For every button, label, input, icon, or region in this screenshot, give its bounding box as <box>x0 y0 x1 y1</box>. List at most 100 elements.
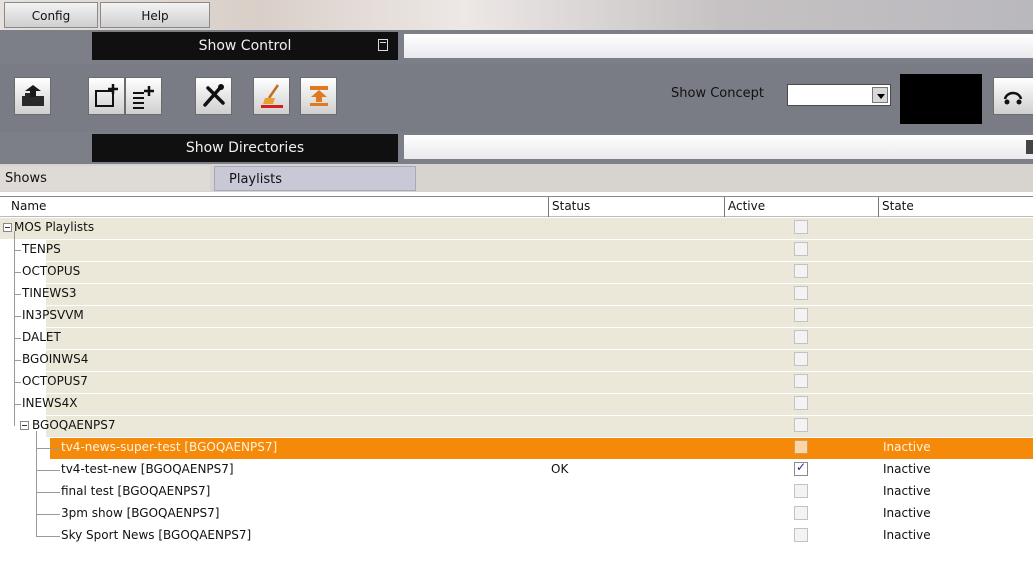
tab-playlists[interactable]: Playlists <box>214 166 416 191</box>
row-name: TENPS <box>22 242 61 256</box>
show-concept-select[interactable] <box>787 84 891 106</box>
tree-group-tenps[interactable]: TENPS <box>0 239 1033 261</box>
row-background <box>46 240 1033 261</box>
tree-group-octopus[interactable]: OCTOPUS <box>0 261 1033 283</box>
active-checkbox[interactable] <box>794 242 808 256</box>
tree-connector <box>14 338 21 339</box>
active-checkbox[interactable] <box>794 330 808 344</box>
collapse-icon[interactable] <box>20 421 29 430</box>
export-button[interactable] <box>14 77 51 115</box>
disconnect-button[interactable] <box>993 77 1033 115</box>
row-status: OK <box>551 462 569 476</box>
tree-group-octopus7[interactable]: OCTOPUS7 <box>0 371 1033 393</box>
active-checkbox[interactable] <box>794 286 808 300</box>
tree-connector <box>36 514 60 515</box>
tree-root-mos-playlists[interactable]: MOS Playlists <box>0 217 1033 239</box>
playlist-row[interactable]: Sky Sport News [BGOQAENPS7] Inactive <box>0 525 1033 547</box>
row-name: BGOINWS4 <box>22 352 89 366</box>
row-name: OCTOPUS7 <box>22 374 88 388</box>
tree-connector <box>14 250 21 251</box>
playlist-row[interactable]: 3pm show [BGOQAENPS7] Inactive <box>0 503 1033 525</box>
tree-group-bgoqaenps7[interactable]: BGOQAENPS7 <box>0 415 1033 437</box>
show-control-tab[interactable]: Show Control <box>92 32 398 60</box>
row-name: INEWS4X <box>22 396 78 410</box>
row-state: Inactive <box>883 462 931 476</box>
row-name: MOS Playlists <box>14 220 95 234</box>
tree-group-dalet[interactable]: DALET <box>0 327 1033 349</box>
active-checkbox[interactable] <box>794 352 808 366</box>
row-state: Inactive <box>883 484 931 498</box>
tree-connector <box>14 231 15 426</box>
row-name: Sky Sport News [BGOQAENPS7] <box>61 528 252 542</box>
playlist-row[interactable]: final test [BGOQAENPS7] Inactive <box>0 481 1033 503</box>
close-icon[interactable] <box>1026 140 1033 154</box>
table-header: Name Status Active State <box>0 196 1033 217</box>
column-status[interactable]: Status <box>548 197 724 217</box>
tree-connector <box>14 360 21 361</box>
column-name[interactable]: Name <box>8 197 548 217</box>
show-directories-title: Show Directories <box>185 140 305 156</box>
tree-connector <box>14 404 21 405</box>
show-directories-tab[interactable]: Show Directories <box>92 134 398 162</box>
show-control-title: Show Control <box>198 38 292 54</box>
active-checkbox[interactable] <box>794 220 808 234</box>
tools-icon <box>203 84 225 107</box>
playlist-row[interactable]: tv4-test-new [BGOQAENPS7] OK Inactive <box>0 459 1033 481</box>
active-checkbox[interactable] <box>794 506 808 520</box>
column-state[interactable]: State <box>878 197 1033 217</box>
tree-group-bgoinws4[interactable]: BGOINWS4 <box>0 349 1033 371</box>
tree-connector <box>14 294 21 295</box>
row-name: final test [BGOQAENPS7] <box>61 484 211 498</box>
add-window-icon <box>95 84 118 107</box>
add-list-icon <box>133 86 154 109</box>
row-name: IN3PSVVM <box>22 308 84 322</box>
menu-config[interactable]: Config <box>4 2 98 28</box>
add-playlist-button[interactable] <box>125 77 162 115</box>
active-checkbox[interactable] <box>794 440 808 454</box>
show-directories-header-fill <box>404 135 1033 159</box>
collapse-icon[interactable] <box>3 223 12 232</box>
active-checkbox[interactable] <box>794 264 808 278</box>
show-control-header: Show Control <box>0 30 1033 64</box>
row-background <box>0 218 1033 239</box>
row-background <box>46 262 1033 283</box>
active-checkbox[interactable] <box>794 418 808 432</box>
show-control-toolbar: Show Concept <box>0 64 1033 132</box>
tree-connector <box>14 316 21 317</box>
import-icon <box>310 86 328 106</box>
row-background <box>46 416 1033 437</box>
column-active[interactable]: Active <box>724 197 878 217</box>
menu-bar: Config Help <box>0 0 1033 30</box>
tree-connector <box>36 448 60 449</box>
chevron-down-icon[interactable] <box>872 87 888 103</box>
row-state: Inactive <box>883 440 931 454</box>
active-checkbox[interactable] <box>794 528 808 542</box>
import-button[interactable] <box>300 77 337 115</box>
clean-button[interactable] <box>253 77 290 115</box>
tree-connector <box>36 492 60 493</box>
menu-help[interactable]: Help <box>100 2 210 28</box>
row-name: OCTOPUS <box>22 264 81 278</box>
active-checkbox[interactable] <box>794 460 808 476</box>
row-name: tv4-test-new [BGOQAENPS7] <box>61 462 234 476</box>
row-state: Inactive <box>883 506 931 520</box>
window-restore-icon[interactable] <box>378 39 388 51</box>
active-checkbox[interactable] <box>794 484 808 498</box>
show-concept-label: Show Concept <box>671 86 764 101</box>
active-checkbox[interactable] <box>794 374 808 388</box>
tree-group-in3psvvm[interactable]: IN3PSVVM <box>0 305 1033 327</box>
playlist-row[interactable]: tv4-news-super-test [BGOQAENPS7] Inactive <box>0 437 1033 459</box>
broom-icon <box>261 84 283 108</box>
tools-button[interactable] <box>195 77 232 115</box>
tree-connector <box>36 470 60 471</box>
tree-connector <box>14 382 21 383</box>
row-name: BGOQAENPS7 <box>32 418 116 432</box>
add-show-button[interactable] <box>88 77 125 115</box>
tree-group-inews4x[interactable]: INEWS4X <box>0 393 1033 415</box>
row-name: 3pm show [BGOQAENPS7] <box>61 506 220 520</box>
active-checkbox[interactable] <box>794 396 808 410</box>
disconnect-icon <box>1003 91 1023 105</box>
tab-shows[interactable]: Shows <box>0 166 210 191</box>
tree-group-tinews3[interactable]: TINEWS3 <box>0 283 1033 305</box>
active-checkbox[interactable] <box>794 308 808 322</box>
